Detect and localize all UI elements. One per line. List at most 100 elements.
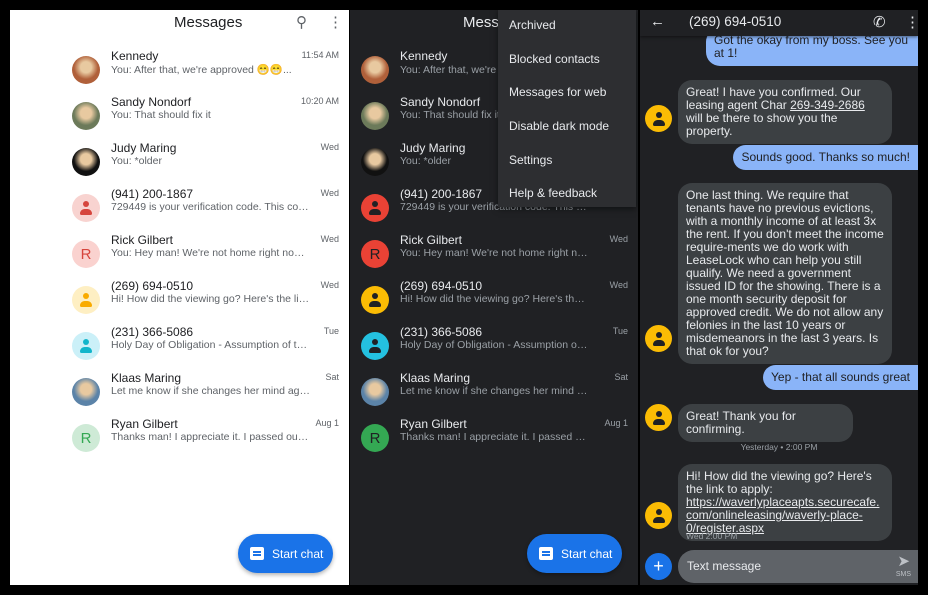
message-preview: Holy Day of Obligation - Assumption of t… <box>400 339 590 351</box>
app-bar: Messages ⚲ ⋮ <box>10 10 349 36</box>
chat-icon <box>250 547 264 560</box>
conversation-row[interactable]: Klaas Maring Let me know if she changes h… <box>10 371 349 424</box>
contact-name: Sandy Nondorf <box>400 95 481 109</box>
conversation-row[interactable]: Sandy NondorfYou: That should fix it 10:2… <box>10 95 349 148</box>
avatar <box>361 148 389 176</box>
incoming-message: Great! I have you confirmed. Our leasing… <box>678 80 892 144</box>
timestamp: 10:20 AM <box>300 96 339 106</box>
incoming-message: Great! Thank you for confirming. <box>678 404 853 442</box>
start-chat-label: Start chat <box>561 546 613 561</box>
start-chat-button[interactable]: Start chat <box>238 534 333 573</box>
message-preview: You: Hey man! We're not home right now b… <box>400 247 590 259</box>
message-preview: You: That should fix it <box>111 109 211 121</box>
message-preview: You: Hey man! We're not home right now b… <box>111 247 311 259</box>
person-icon <box>652 410 665 425</box>
person-icon <box>652 331 665 346</box>
timestamp: Wed <box>320 142 339 152</box>
contact-name: (231) 366-5086 <box>111 325 194 339</box>
message-input[interactable]: Text message ➤ SMS <box>678 550 918 583</box>
message-input-placeholder: Text message <box>687 559 762 573</box>
timestamp: Aug 1 <box>315 418 339 428</box>
message-link[interactable]: 269-349-2686 <box>790 98 865 112</box>
conversation-header: ← (269) 694-0510 ✆ ⋮ <box>640 10 918 36</box>
contact-name: Klaas Maring <box>111 371 182 385</box>
avatar: R <box>72 424 100 452</box>
start-chat-label: Start chat <box>272 546 324 561</box>
contact-name: Rick Gilbert <box>400 233 463 247</box>
contact-name: Klaas Maring <box>400 371 471 385</box>
message-preview: You: After that, we're approved 😁😁... <box>111 64 292 76</box>
message-preview: Let me know if she changes her mind agai… <box>111 385 311 397</box>
menu-item-messages-for-web[interactable]: Messages for web <box>498 75 636 109</box>
search-icon[interactable]: ⚲ <box>296 13 307 31</box>
outgoing-message: Sounds good. Thanks so much! <box>733 145 918 170</box>
avatar: R <box>361 240 389 268</box>
timestamp: Tue <box>612 326 628 336</box>
conversation-row[interactable]: (231) 366-5086 Holy Day of Obligation - A… <box>350 325 638 378</box>
light-messages-panel: Messages ⚲ ⋮ Kennedy You: After that, we'… <box>10 10 349 585</box>
timestamp: 11:54 AM <box>301 50 339 60</box>
message-preview: 729449 is your verification code. This c… <box>111 201 311 213</box>
more-vert-icon[interactable]: ⋮ <box>328 13 343 31</box>
menu-item-help-feedback[interactable]: Help & feedback <box>498 176 636 210</box>
conversation-row[interactable]: R Ryan Gilbert Thanks man! I appreciate it… <box>10 417 349 470</box>
timestamp: Sat <box>325 372 339 382</box>
contact-name: (231) 366-5086 <box>400 325 483 339</box>
contact-name: (941) 200-1867 <box>111 187 194 201</box>
avatar <box>361 332 389 360</box>
start-chat-button[interactable]: Start chat <box>527 534 622 573</box>
message-preview: Hi! How did the viewing go? Here's the l… <box>400 293 590 305</box>
phone-icon[interactable]: ✆ <box>873 13 886 31</box>
menu-item-settings[interactable]: Settings <box>498 143 636 177</box>
conversation-row[interactable]: (269) 694-0510 Hi! How did the viewing go… <box>350 279 638 332</box>
avatar <box>361 378 389 406</box>
more-vert-icon[interactable]: ⋮ <box>905 13 918 31</box>
avatar: R <box>361 424 389 452</box>
avatar <box>72 148 100 176</box>
menu-item-disable-dark-mode[interactable]: Disable dark mode <box>498 109 636 143</box>
menu-item-archived[interactable]: Archived <box>498 10 636 42</box>
conversation-row[interactable]: (941) 200-1867 729449 is your verificatio… <box>10 187 349 240</box>
conversation-row[interactable]: R Rick Gilbert You: Hey man! We're not hom… <box>350 233 638 286</box>
message-preview: Hi! How did the viewing go? Here's the l… <box>111 293 311 305</box>
contact-avatar <box>645 325 672 352</box>
add-attachment-button[interactable]: + <box>645 553 672 580</box>
overflow-menu: Archived Blocked contacts Messages for w… <box>498 10 636 207</box>
contact-name: (941) 200-1867 <box>400 187 483 201</box>
contact-name: Kennedy <box>111 49 159 63</box>
dark-messages-panel: Messages KennedyYou: After that, we're a… <box>350 10 638 585</box>
contact-name: (269) 694-0510 <box>400 279 483 293</box>
sms-label: SMS <box>895 571 911 578</box>
contact-name: Sandy Nondorf <box>111 95 192 109</box>
timestamp: Sat <box>614 372 628 382</box>
contact-name: Rick Gilbert <box>111 233 174 247</box>
conversation-row[interactable]: R Ryan Gilbert Thanks man! I appreciate it… <box>350 417 638 470</box>
back-arrow-icon[interactable]: ← <box>650 13 665 30</box>
conversation-title: (269) 694-0510 <box>689 14 782 29</box>
contact-avatar <box>645 404 672 431</box>
contact-name: Judy Maring <box>111 141 177 155</box>
person-icon <box>80 201 92 215</box>
avatar <box>361 102 389 130</box>
contact-avatar <box>645 502 672 529</box>
avatar <box>72 332 100 360</box>
conversation-panel: ← (269) 694-0510 ✆ ⋮ Got the okay from m… <box>640 10 918 585</box>
timestamp: Wed <box>320 234 339 244</box>
message-preview: Let me know if she changes her mind agai… <box>400 385 590 397</box>
timestamp: Wed <box>320 188 339 198</box>
conversation-row[interactable]: Klaas Maring Let me know if she changes h… <box>350 371 638 424</box>
message-link[interactable]: https://waverlyplaceapts.securecafe.com/… <box>686 495 879 535</box>
send-icon[interactable]: ➤ <box>897 552 910 570</box>
avatar <box>72 56 100 84</box>
chat-icon <box>539 547 553 560</box>
contact-avatar <box>645 105 672 132</box>
message-preview: Holy Day of Obligation - Assumption of t… <box>111 339 311 351</box>
contact-name: (269) 694-0510 <box>111 279 194 293</box>
avatar <box>72 378 100 406</box>
person-icon <box>80 339 92 353</box>
avatar <box>361 286 389 314</box>
date-divider: Yesterday • 2:00 PM <box>740 442 818 452</box>
menu-item-blocked-contacts[interactable]: Blocked contacts <box>498 42 636 76</box>
person-icon <box>80 293 92 307</box>
timestamp: Wed <box>320 280 339 290</box>
